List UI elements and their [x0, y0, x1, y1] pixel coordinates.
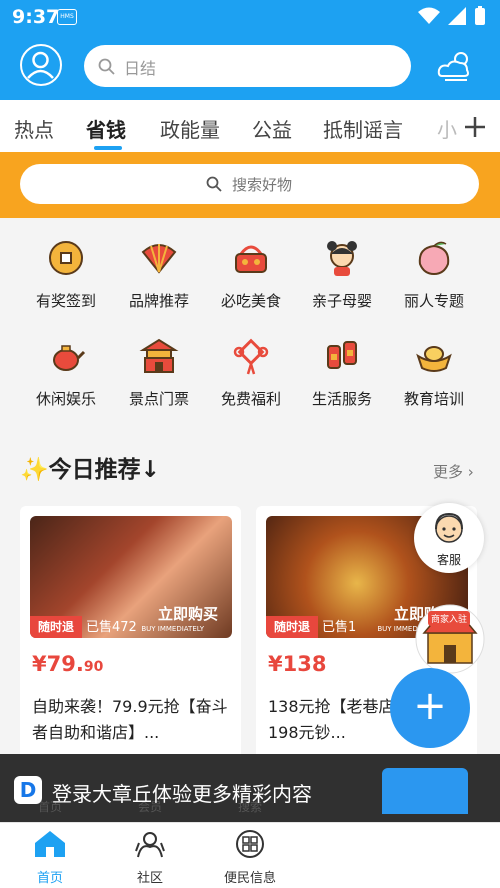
- product-card[interactable]: 随时退 已售472 立即购买 BUY IMMEDIATELY ¥79.90 自助…: [20, 506, 241, 766]
- avatar[interactable]: [20, 44, 62, 86]
- grid-label: 必吃美食: [220, 292, 281, 310]
- search-icon: [98, 58, 115, 75]
- community-icon: [135, 832, 165, 858]
- basket-icon: [235, 245, 267, 273]
- customer-service-label: 客服: [436, 553, 461, 567]
- services-icon: [236, 830, 264, 858]
- grid-item-signin[interactable]: 有奖签到: [20, 238, 112, 311]
- merchant-join-label: 商家入驻: [428, 611, 471, 626]
- teapot-icon: [53, 345, 86, 371]
- grid-label: 免费福利: [220, 390, 281, 408]
- recommend-title: ✨今日推荐↓: [20, 457, 160, 483]
- tab-rumor[interactable]: 抵制谣言: [323, 114, 403, 143]
- hms-badge: HMS: [57, 9, 77, 25]
- battery-icon: [475, 6, 485, 25]
- grid-label: 生活服务: [311, 390, 372, 408]
- chevron-right-icon: ›: [467, 463, 474, 481]
- user-icon: [27, 51, 54, 79]
- nav-label: 社区: [136, 871, 163, 886]
- coin-icon: [49, 241, 83, 275]
- service-agent-icon: [435, 512, 463, 543]
- buy-now-label: 立即购买: [157, 605, 218, 623]
- nav-services[interactable]: 便民信息: [210, 829, 290, 886]
- grid-item-baby[interactable]: 亲子母婴: [296, 238, 388, 311]
- grid-label: 亲子母婴: [311, 292, 372, 310]
- sold-count: 已售472: [86, 620, 137, 635]
- app-logo-icon: D: [14, 776, 42, 804]
- goods-search-band: 搜索好物: [0, 152, 500, 218]
- nav-label: 首页: [36, 871, 63, 886]
- login-button[interactable]: [382, 768, 468, 814]
- price: ¥79.90: [32, 652, 103, 676]
- price-decimal: 90: [83, 659, 104, 675]
- grid-item-brand[interactable]: 品牌推荐: [113, 238, 205, 311]
- grid-item-welfare[interactable]: 免费福利: [205, 336, 297, 409]
- grid-label: 教育培训: [403, 390, 464, 408]
- product-image: 随时退 已售472 立即购买 BUY IMMEDIATELY: [30, 516, 232, 638]
- top-bar: 日结: [0, 34, 500, 100]
- status-icons: [418, 6, 486, 26]
- grid-label: 丽人专题: [403, 292, 464, 310]
- buy-now-sub: BUY IMMEDIATELY: [141, 625, 204, 633]
- login-banner[interactable]: 首页 会员 搜索 D 登录大章丘体验更多精彩内容: [0, 754, 500, 822]
- grid-label: 品牌推荐: [128, 292, 189, 310]
- ingot-icon: [416, 346, 452, 372]
- grid-item-tickets[interactable]: 景点门票: [113, 336, 205, 409]
- price-main: ¥138: [268, 652, 327, 676]
- grid-item-education[interactable]: 教育培训: [388, 336, 480, 409]
- sold-count: 已售1: [322, 620, 357, 635]
- grid-label: 景点门票: [128, 390, 189, 408]
- more-label: 更多: [433, 463, 464, 481]
- lantern-icon: [327, 341, 357, 369]
- tab-underline: [94, 146, 122, 150]
- tab-save-money[interactable]: 省钱: [86, 114, 126, 143]
- grid-item-food[interactable]: 必吃美食: [205, 238, 297, 311]
- price: ¥138: [268, 652, 326, 676]
- login-prompt: 登录大章丘体验更多精彩内容: [52, 782, 312, 806]
- fan-icon: [141, 244, 177, 274]
- more-link[interactable]: 更多 ›: [433, 461, 474, 482]
- refund-tag: 随时退: [30, 616, 82, 638]
- tab-hot[interactable]: 热点: [14, 114, 54, 143]
- product-title: 自助来袭！79.9元抢【奋斗者自助和谐店】...: [32, 697, 228, 742]
- temple-icon: [139, 338, 179, 373]
- add-button[interactable]: +: [390, 668, 470, 748]
- home-icon: [35, 831, 65, 857]
- peach-icon: [418, 241, 450, 276]
- grid-item-leisure[interactable]: 休闲娱乐: [20, 336, 112, 409]
- tab-political[interactable]: 政能量: [160, 114, 220, 143]
- search-placeholder: 日结: [124, 59, 157, 78]
- search-icon: [206, 176, 222, 192]
- price-main: ¥79.: [32, 652, 84, 676]
- goods-search-input[interactable]: 搜索好物: [20, 164, 479, 204]
- search-input[interactable]: 日结: [84, 45, 411, 87]
- signal-icon: [448, 7, 466, 25]
- customer-service-button[interactable]: 客服: [414, 503, 484, 573]
- status-time: 9:37: [12, 6, 60, 28]
- nav-community[interactable]: 社区: [110, 829, 190, 886]
- tab-small[interactable]: 小: [437, 114, 457, 143]
- nav-label: 便民信息: [223, 871, 276, 886]
- wifi-icon: [418, 7, 440, 24]
- merchant-join-button[interactable]: 商家入驻: [414, 603, 486, 675]
- add-tab-icon[interactable]: [463, 115, 487, 139]
- weather-icon[interactable]: [436, 48, 476, 82]
- tab-bar: 热点 省钱 政能量 公益 抵制谣言 小: [0, 100, 500, 152]
- grid-item-beauty[interactable]: 丽人专题: [388, 238, 480, 311]
- nav-home[interactable]: 首页: [10, 829, 90, 886]
- bottom-nav: 首页 社区 便民信息: [0, 822, 500, 888]
- grid-label: 有奖签到: [35, 292, 96, 310]
- knot-icon: [233, 338, 269, 375]
- refund-tag: 随时退: [266, 616, 318, 638]
- tab-charity[interactable]: 公益: [252, 114, 292, 143]
- child-icon: [327, 241, 357, 276]
- status-bar: 9:37 HMS: [0, 0, 500, 34]
- grid-item-life[interactable]: 生活服务: [296, 336, 388, 409]
- grid-label: 休闲娱乐: [35, 390, 96, 408]
- category-grid: 有奖签到 品牌推荐 必吃美食 亲子母婴 丽人专题 休闲娱乐 景点门票 免费福利 …: [0, 218, 500, 424]
- goods-search-placeholder: 搜索好物: [232, 176, 293, 194]
